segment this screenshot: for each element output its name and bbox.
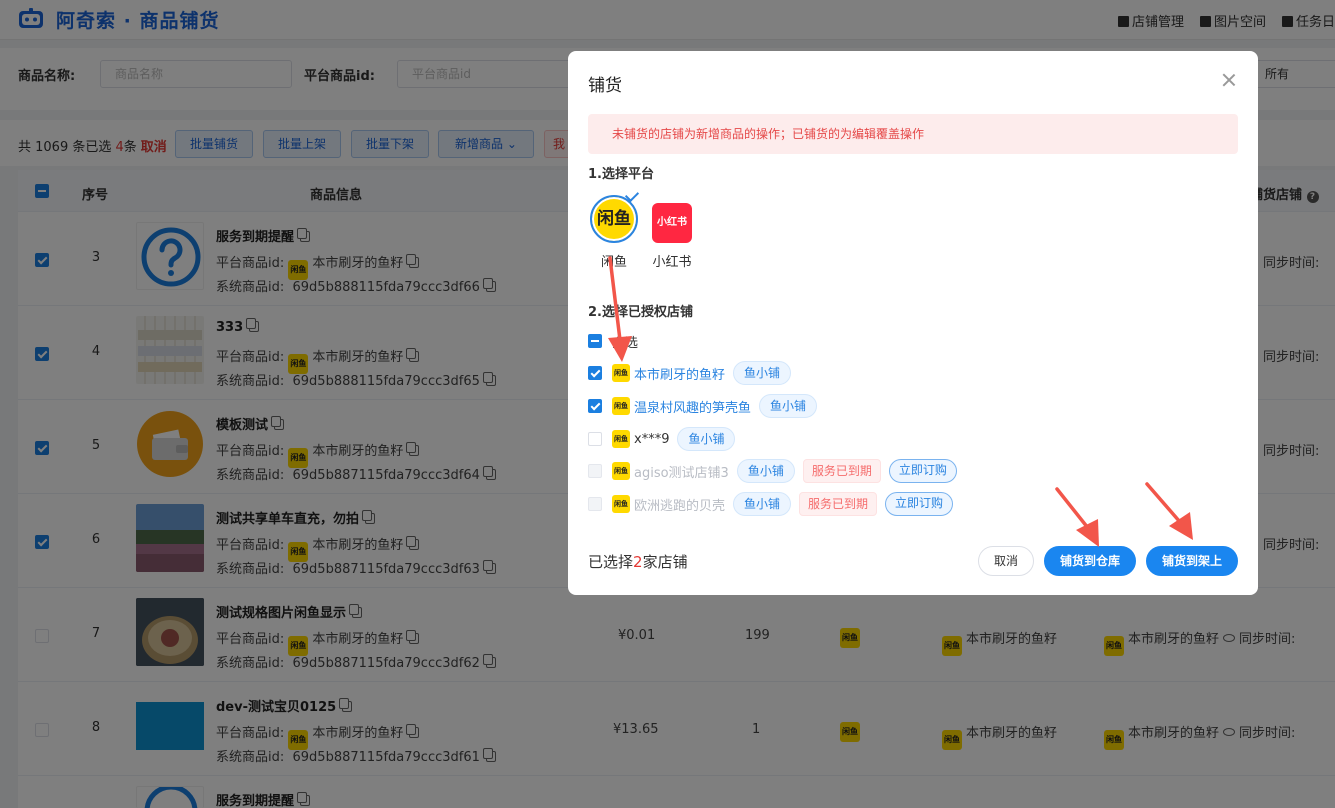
- cancel-button[interactable]: 取消: [978, 546, 1034, 576]
- select-all-shops[interactable]: 全选: [588, 329, 646, 353]
- shop-checkbox[interactable]: [588, 399, 602, 413]
- shop-checkbox: [588, 464, 602, 478]
- subscribe-button[interactable]: 立即订购: [888, 459, 957, 483]
- shop-checkbox[interactable]: [588, 432, 602, 446]
- shop-type-tag: 鱼小铺: [736, 459, 795, 483]
- platform-xiaohongshu[interactable]: 小红书 小红书: [652, 195, 692, 270]
- xianyu-badge-icon: 闲鱼: [612, 495, 630, 513]
- xiaohongshu-logo-icon: 小红书: [652, 203, 692, 243]
- expired-tag: 服务已到期: [799, 492, 878, 516]
- selected-shops-count: 已选择2家店铺: [588, 553, 688, 571]
- section-select-platform: 1.选择平台: [588, 167, 654, 182]
- select-all-checkbox[interactable]: [588, 334, 602, 348]
- distribute-to-shelf-button[interactable]: 铺货到架上: [1146, 546, 1238, 576]
- section-select-shops: 2.选择已授权店铺: [588, 305, 693, 320]
- shop-type-tag: 鱼小铺: [759, 394, 818, 418]
- shop-option[interactable]: 闲鱼 本市刷牙的鱼籽 鱼小铺: [588, 361, 799, 385]
- subscribe-button[interactable]: 立即订购: [885, 492, 954, 516]
- close-icon[interactable]: [1222, 73, 1236, 87]
- shop-option: 闲鱼 agiso测试店铺3 鱼小铺 服务已到期 立即订购: [588, 459, 957, 483]
- dialog-title: 铺货: [588, 76, 622, 96]
- shop-type-tag: 鱼小铺: [733, 492, 792, 516]
- xianyu-badge-icon: 闲鱼: [612, 462, 630, 480]
- xianyu-badge-icon: 闲鱼: [612, 397, 630, 415]
- xianyu-badge-icon: 闲鱼: [612, 430, 630, 448]
- distribute-to-warehouse-button[interactable]: 铺货到仓库: [1044, 546, 1136, 576]
- shop-checkbox: [588, 497, 602, 511]
- distribute-dialog: 铺货 未铺货的店铺为新增商品的操作；已铺货的为编辑覆盖操作 1.选择平台 闲鱼 …: [568, 51, 1258, 595]
- shop-option[interactable]: 闲鱼 温泉村风趣的笋壳鱼 鱼小铺: [588, 394, 825, 418]
- expired-tag: 服务已到期: [802, 459, 881, 483]
- shop-option: 闲鱼 欧洲逃跑的贝壳 鱼小铺 服务已到期 立即订购: [588, 492, 954, 516]
- shop-checkbox[interactable]: [588, 366, 602, 380]
- xianyu-logo-icon: 闲鱼: [590, 195, 638, 243]
- shop-option[interactable]: 闲鱼 x***9 鱼小铺: [588, 427, 743, 451]
- shop-type-tag: 鱼小铺: [677, 427, 736, 451]
- shop-type-tag: 鱼小铺: [733, 361, 792, 385]
- xianyu-badge-icon: 闲鱼: [612, 364, 630, 382]
- info-alert: 未铺货的店铺为新增商品的操作；已铺货的为编辑覆盖操作: [588, 114, 1238, 154]
- platform-xianyu[interactable]: 闲鱼 闲鱼: [590, 187, 640, 270]
